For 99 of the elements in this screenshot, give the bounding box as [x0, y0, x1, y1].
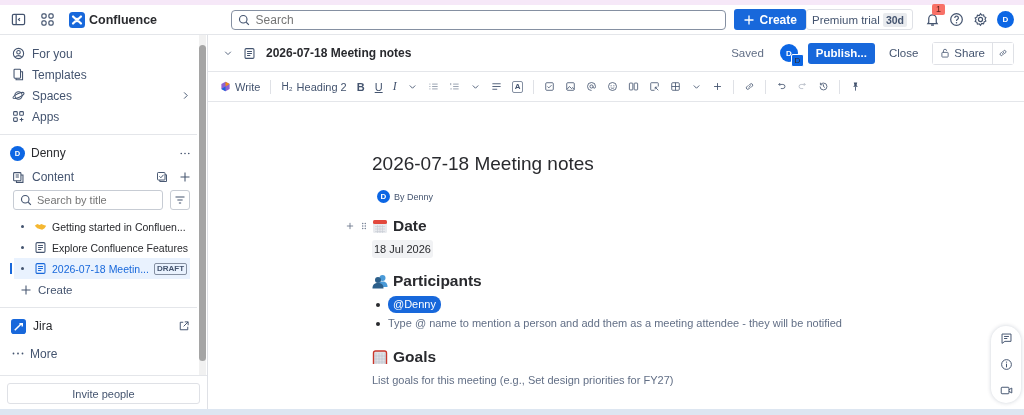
page-icon — [34, 241, 47, 254]
mention-chip[interactable]: @Denny — [388, 296, 441, 313]
page-icon — [243, 46, 256, 60]
write-button[interactable]: Write — [220, 80, 261, 93]
bullet-icon — [21, 267, 24, 270]
create-page-link[interactable]: Create — [0, 279, 73, 300]
drag-handle-icon[interactable] — [359, 221, 369, 231]
plus-icon — [742, 13, 755, 26]
text-color-button[interactable]: A — [511, 80, 524, 93]
nav-item[interactable]: For you — [0, 43, 197, 64]
calendar-icon — [372, 218, 388, 234]
create-button[interactable]: Create — [733, 9, 806, 30]
date-chip[interactable]: 18 Jul 2026 — [372, 240, 433, 258]
bullet-icon — [21, 225, 24, 228]
byline: By Denny — [394, 191, 434, 202]
section-heading: Goals — [393, 348, 437, 366]
section-heading: Participants — [393, 272, 482, 290]
comment-icon[interactable] — [999, 332, 1013, 345]
save-status: Saved — [731, 47, 764, 59]
search-icon — [20, 194, 32, 206]
user-avatar[interactable]: D — [997, 11, 1014, 28]
content-icon — [12, 170, 25, 184]
add-block-icon[interactable] — [345, 221, 355, 231]
ai-icon — [220, 81, 231, 92]
search-icon — [237, 13, 250, 26]
nav-item[interactable]: Apps — [0, 106, 197, 127]
link-icon — [998, 48, 1008, 58]
page-tree-item[interactable]: Getting started in Confluen... — [14, 216, 189, 237]
numbered-list-icon[interactable] — [448, 81, 460, 92]
logo-icon[interactable] — [69, 11, 85, 28]
page-icon — [34, 262, 47, 275]
columns-icon[interactable] — [628, 81, 640, 92]
app-switcher-icon[interactable] — [40, 12, 55, 27]
close-button[interactable]: Close — [884, 47, 923, 59]
content-heading: Content — [32, 170, 76, 184]
more-icon[interactable] — [179, 151, 191, 155]
settings-icon[interactable] — [973, 12, 988, 27]
external-link-icon — [178, 320, 190, 332]
premium-trial-button[interactable]: Premium trial 30d — [805, 9, 913, 30]
image-icon[interactable] — [565, 81, 577, 92]
history-icon[interactable] — [818, 81, 830, 92]
lock-icon — [940, 48, 951, 58]
more-link[interactable]: More — [0, 343, 58, 364]
placeholder-text: List goals for this meeting (e.g., Set design priorities for FY27) — [372, 374, 674, 386]
bullet-icon — [376, 321, 380, 326]
filter-icon — [174, 194, 186, 206]
link-icon[interactable] — [744, 81, 756, 92]
mention-icon[interactable] — [586, 81, 598, 92]
add-icon[interactable] — [179, 171, 191, 183]
checkbox-icon[interactable] — [544, 81, 556, 92]
align-icon[interactable] — [490, 81, 502, 92]
checklist-icon[interactable] — [156, 171, 168, 183]
app-link[interactable]: Jira — [0, 315, 197, 337]
placeholder-text: Type @ name to mention a person and add them as a meeting attendee - they will be notified — [388, 316, 842, 331]
notification-count: 1 — [932, 4, 945, 15]
info-icon[interactable] — [999, 358, 1013, 371]
bullet-icon — [376, 302, 380, 307]
notifications-icon[interactable] — [925, 12, 940, 27]
planet-icon — [12, 89, 25, 102]
page-title: 2026-07-18 Meeting notes — [266, 46, 412, 60]
add-icon — [20, 283, 32, 296]
video-icon[interactable] — [999, 384, 1013, 397]
add-icon[interactable] — [712, 81, 724, 92]
space-name[interactable]: Denny — [31, 146, 173, 160]
document-title[interactable]: 2026-07-18 Meeting notes — [372, 152, 1024, 176]
nav-item[interactable]: Spaces — [0, 85, 197, 106]
nav-item[interactable]: Templates — [0, 64, 197, 85]
page-tree-item[interactable]: Explore Confluence Features — [14, 237, 191, 258]
undo-icon[interactable] — [776, 81, 788, 92]
person-icon — [12, 47, 25, 60]
italic-button[interactable]: I — [392, 79, 397, 94]
invite-people-button[interactable]: Invite people — [7, 383, 200, 404]
bullet-list-icon[interactable] — [427, 81, 439, 92]
sidebar-toggle-icon[interactable] — [11, 12, 26, 27]
emoji-icon[interactable] — [607, 81, 619, 92]
search-field[interactable]: Search — [230, 9, 726, 30]
templates-icon — [12, 68, 25, 81]
chevron-down-icon[interactable] — [223, 48, 233, 58]
bullet-icon — [21, 246, 24, 249]
heading-dropdown[interactable]: H₂ Heading 2 — [281, 80, 347, 93]
author-avatar: D — [377, 190, 390, 203]
bold-button[interactable]: B — [356, 80, 365, 93]
draft-badge: DRAFT — [153, 262, 187, 275]
app-logo-icon — [11, 318, 26, 334]
scrollbar[interactable] — [199, 35, 206, 375]
more-icon — [12, 352, 24, 355]
apps-icon — [12, 110, 25, 123]
product-name[interactable]: Confluence — [89, 12, 158, 27]
title-search-field[interactable]: Search by title — [13, 190, 163, 210]
share-button[interactable]: Share — [933, 42, 993, 64]
table-icon[interactable] — [670, 81, 682, 92]
people-icon — [372, 273, 388, 289]
filter-button[interactable] — [170, 190, 190, 210]
section-heading: Date — [393, 217, 427, 235]
goal-net-icon — [372, 349, 388, 365]
insert-element-icon[interactable] — [649, 81, 661, 92]
underline-button[interactable]: U — [374, 80, 383, 93]
publish-button[interactable]: Publish... — [807, 42, 875, 64]
help-icon[interactable] — [949, 12, 964, 27]
